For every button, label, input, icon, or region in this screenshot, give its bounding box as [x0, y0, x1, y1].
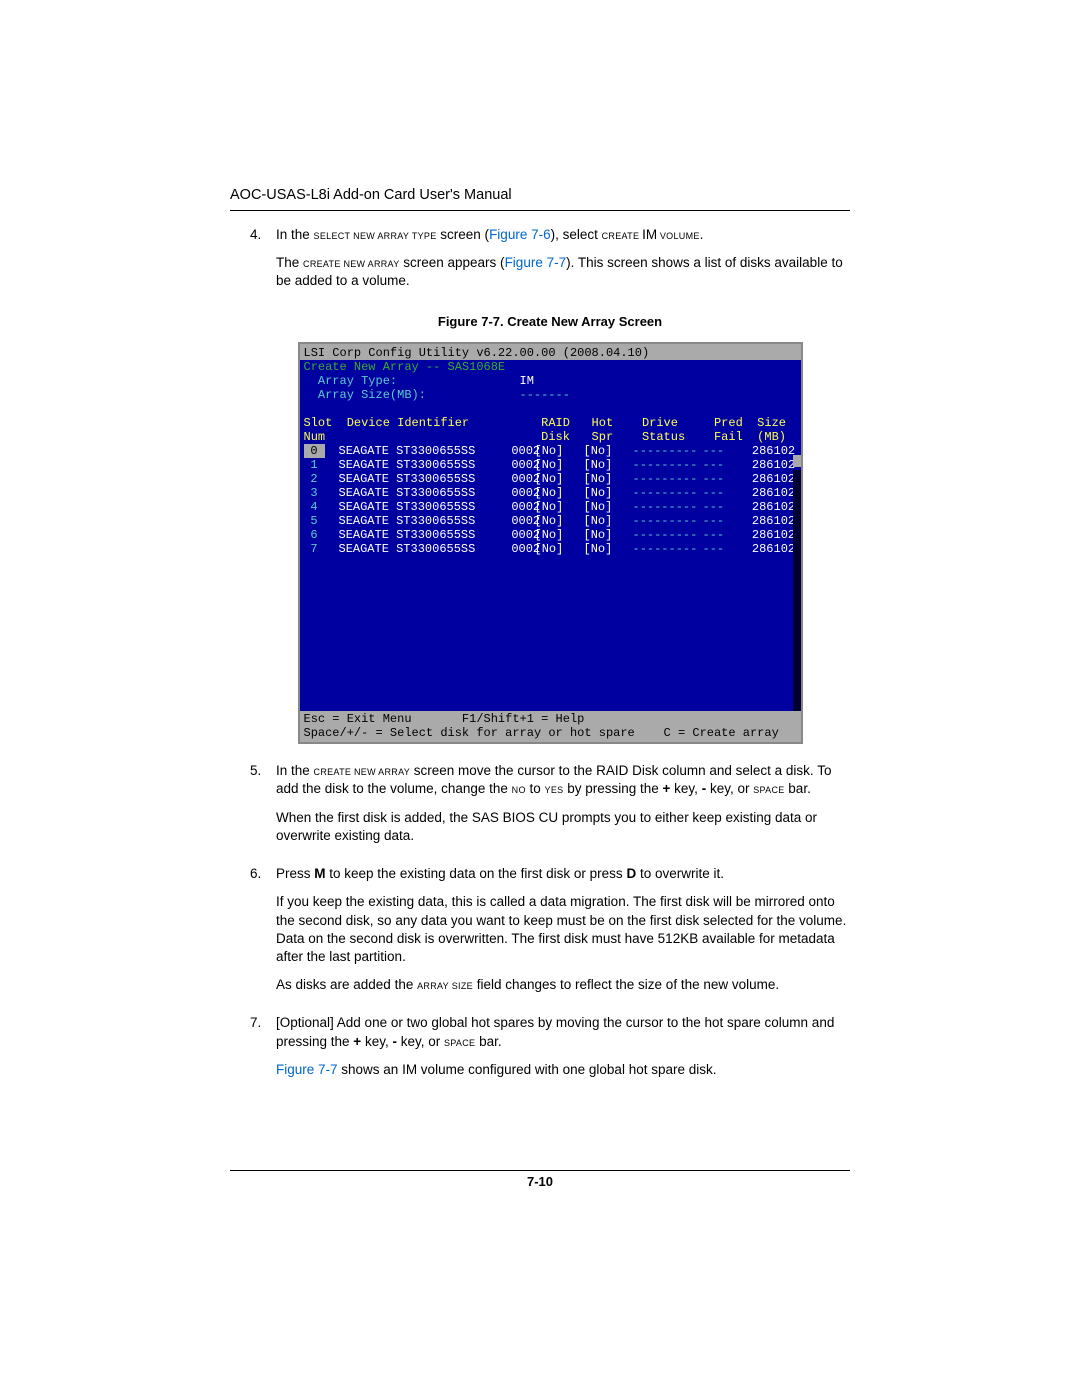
- table-row: 1 SEAGATE ST3300655SS 0002[No][No]------…: [300, 458, 801, 472]
- table-row: 0 SEAGATE ST3300655SS 0002[No][No]------…: [300, 444, 801, 458]
- step-number: 4.: [250, 226, 276, 301]
- step-4-p1: In the Select New Array Type screen (Fig…: [276, 226, 850, 244]
- step-7-p2: Figure 7-7 shows an IM volume configured…: [276, 1061, 850, 1079]
- bios-table-header-1: Slot Device Identifier RAID Hot Drive Pr…: [300, 416, 801, 430]
- step-number: 7.: [250, 1014, 276, 1089]
- step-number: 5.: [250, 762, 276, 855]
- link-fig-7-7a[interactable]: Figure 7-7: [505, 255, 567, 270]
- bios-title: LSI Corp Config Utility v6.22.00.00 (200…: [300, 344, 801, 360]
- page-header-title: AOC-USAS-L8i Add-on Card User's Manual: [230, 186, 512, 206]
- step-6-p2: If you keep the existing data, this is c…: [276, 893, 850, 966]
- bios-footer: Esc = Exit Menu F1/Shift+1 = Help Space/…: [300, 711, 801, 742]
- step-4: 4. In the Select New Array Type screen (…: [250, 226, 850, 301]
- step-5-p1: In the Create New Array screen move the …: [276, 762, 850, 798]
- table-row: 4 SEAGATE ST3300655SS 0002[No][No]------…: [300, 500, 801, 514]
- step-5-p2: When the first disk is added, the SAS BI…: [276, 809, 850, 845]
- step-6: 6. Press M to keep the existing data on …: [250, 865, 850, 1004]
- link-fig-7-6[interactable]: Figure 7-6: [489, 227, 551, 242]
- bios-array-type: Array Type:IM: [300, 374, 801, 388]
- table-row: 2 SEAGATE ST3300655SS 0002[No][No]------…: [300, 472, 801, 486]
- step-5: 5. In the Create New Array screen move t…: [250, 762, 850, 855]
- step-number: 6.: [250, 865, 276, 1004]
- step-6-p3: As disks are added the Array Size field …: [276, 976, 850, 994]
- step-6-p1: Press M to keep the existing data on the…: [276, 865, 850, 883]
- page-number: 7-10: [0, 1173, 1080, 1191]
- bios-screen: LSI Corp Config Utility v6.22.00.00 (200…: [298, 342, 803, 744]
- scrollbar-icon: [793, 455, 801, 467]
- table-row: 5 SEAGATE ST3300655SS 0002[No][No]------…: [300, 514, 801, 528]
- footer-rule: [230, 1170, 850, 1171]
- bios-array-size: Array Size(MB):-------: [300, 388, 801, 402]
- step-4-p2: The Create New Array screen appears (Fig…: [276, 254, 850, 290]
- bios-subtitle: Create New Array -- SAS1068E: [300, 360, 801, 374]
- scroll-track: [793, 470, 801, 711]
- page-container: AOC-USAS-L8i Add-on Card User's Manual 4…: [0, 0, 1080, 1397]
- table-row: 3 SEAGATE ST3300655SS 0002[No][No]------…: [300, 486, 801, 500]
- figure-caption: Figure 7-7. Create New Array Screen: [250, 313, 850, 331]
- table-row: 6 SEAGATE ST3300655SS 0002[No][No]------…: [300, 528, 801, 542]
- bios-table-body: 0 SEAGATE ST3300655SS 0002[No][No]------…: [300, 444, 801, 556]
- content-area: 4. In the Select New Array Type screen (…: [250, 226, 850, 1099]
- table-row: 7 SEAGATE ST3300655SS 0002[No][No]------…: [300, 542, 801, 556]
- step-7-p1: [Optional] Add one or two global hot spa…: [276, 1014, 850, 1050]
- header-rule: [230, 210, 850, 211]
- figure-7-7: LSI Corp Config Utility v6.22.00.00 (200…: [298, 342, 803, 744]
- link-fig-7-7b[interactable]: Figure 7-7: [276, 1062, 338, 1077]
- bios-table-header-2: Num Disk Spr Status Fail (MB): [300, 430, 801, 444]
- step-7: 7. [Optional] Add one or two global hot …: [250, 1014, 850, 1089]
